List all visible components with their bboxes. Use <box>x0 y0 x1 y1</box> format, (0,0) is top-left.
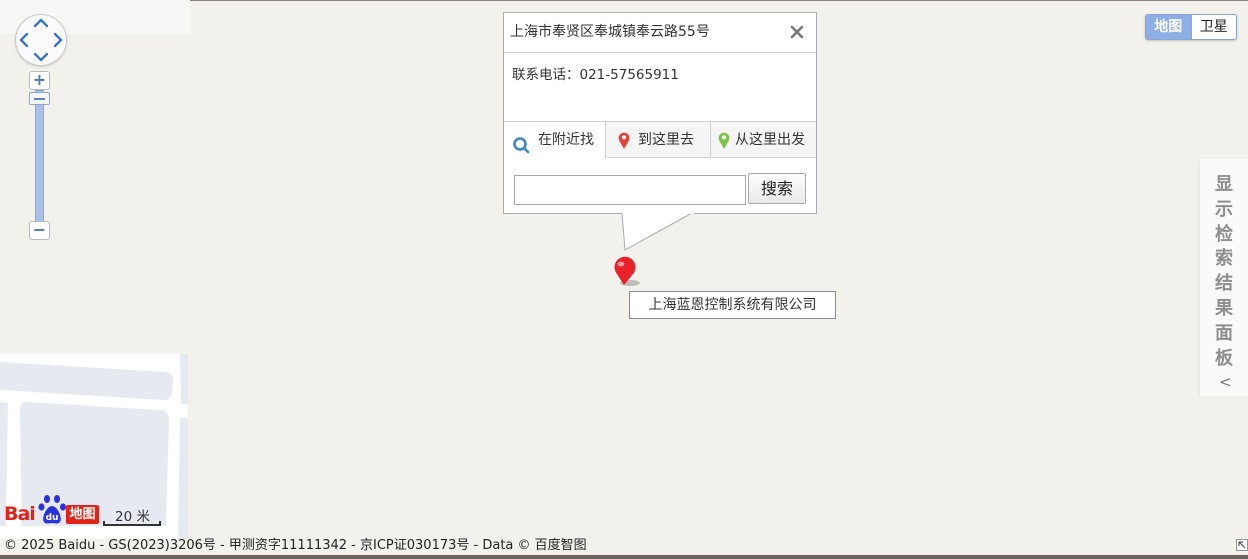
phone-label: 联系电话： <box>512 67 580 83</box>
tab-go-here[interactable]: 到这里去 <box>607 122 711 158</box>
tab-search-nearby[interactable]: 在附近找 <box>504 122 606 158</box>
marker-label[interactable]: 上海蓝恩控制系统有限公司 <box>629 291 836 319</box>
map-type-map-button[interactable]: 地图 <box>1146 15 1191 39</box>
zoom-in-button[interactable]: + <box>29 71 50 90</box>
contact-phone: 联系电话：021-57565911 <box>512 63 679 83</box>
logo-text-ditu: 地图 <box>66 505 99 524</box>
green-pin-icon <box>718 132 730 149</box>
red-pin-icon <box>618 132 630 149</box>
scale-bar <box>103 521 161 526</box>
tab-search-nearby-label: 在附近找 <box>538 132 594 148</box>
tab-from-here-label: 从这里出发 <box>735 132 805 148</box>
nearby-search-input[interactable] <box>514 175 746 205</box>
zoom-slider-handle[interactable] <box>29 92 50 105</box>
baidu-paw-icon: du <box>38 495 66 524</box>
info-window-pointer <box>621 212 694 251</box>
magnifier-icon <box>513 137 530 154</box>
copyright-text: © 2025 Baidu - GS(2023)3206号 - 甲测资字11111… <box>4 538 587 553</box>
show-results-panel-toggle[interactable]: 显示检索结果面板 < <box>1200 159 1248 396</box>
four-way-arrow-icon <box>19 18 63 62</box>
tab-go-here-label: 到这里去 <box>638 132 694 148</box>
map-type-switch: 地图 卫星 <box>1145 14 1237 40</box>
zoom-slider-track[interactable] <box>35 90 44 222</box>
search-button[interactable]: 搜索 <box>748 173 806 204</box>
logo-text-du: du <box>46 513 59 523</box>
pan-control[interactable] <box>15 14 67 66</box>
bottom-border <box>0 555 1248 559</box>
map-type-satellite-button[interactable]: 卫星 <box>1190 15 1237 39</box>
info-window-tabs: 在附近找 到这里去 从这里出发 <box>504 121 816 158</box>
panel-toggle-label: 显示检索结果面板 <box>1215 174 1233 369</box>
close-icon[interactable] <box>787 22 807 42</box>
info-window: 上海市奉贤区奉城镇奉云路55号 联系电话：021-57565911 在附近找 到… <box>503 12 817 214</box>
resize-corner-icon[interactable] <box>1236 539 1248 551</box>
tab-from-here[interactable]: 从这里出发 <box>712 122 816 158</box>
zoom-out-button[interactable]: − <box>29 221 50 240</box>
phone-number: 021-57565911 <box>579 67 679 83</box>
red-map-pin-icon[interactable] <box>611 255 641 289</box>
chevron-left-icon: < <box>1219 373 1232 391</box>
slider-grip-icon <box>34 98 45 100</box>
info-window-title: 上海市奉贤区奉城镇奉云路55号 <box>504 13 816 53</box>
logo-text-bai: Bai <box>4 503 36 525</box>
